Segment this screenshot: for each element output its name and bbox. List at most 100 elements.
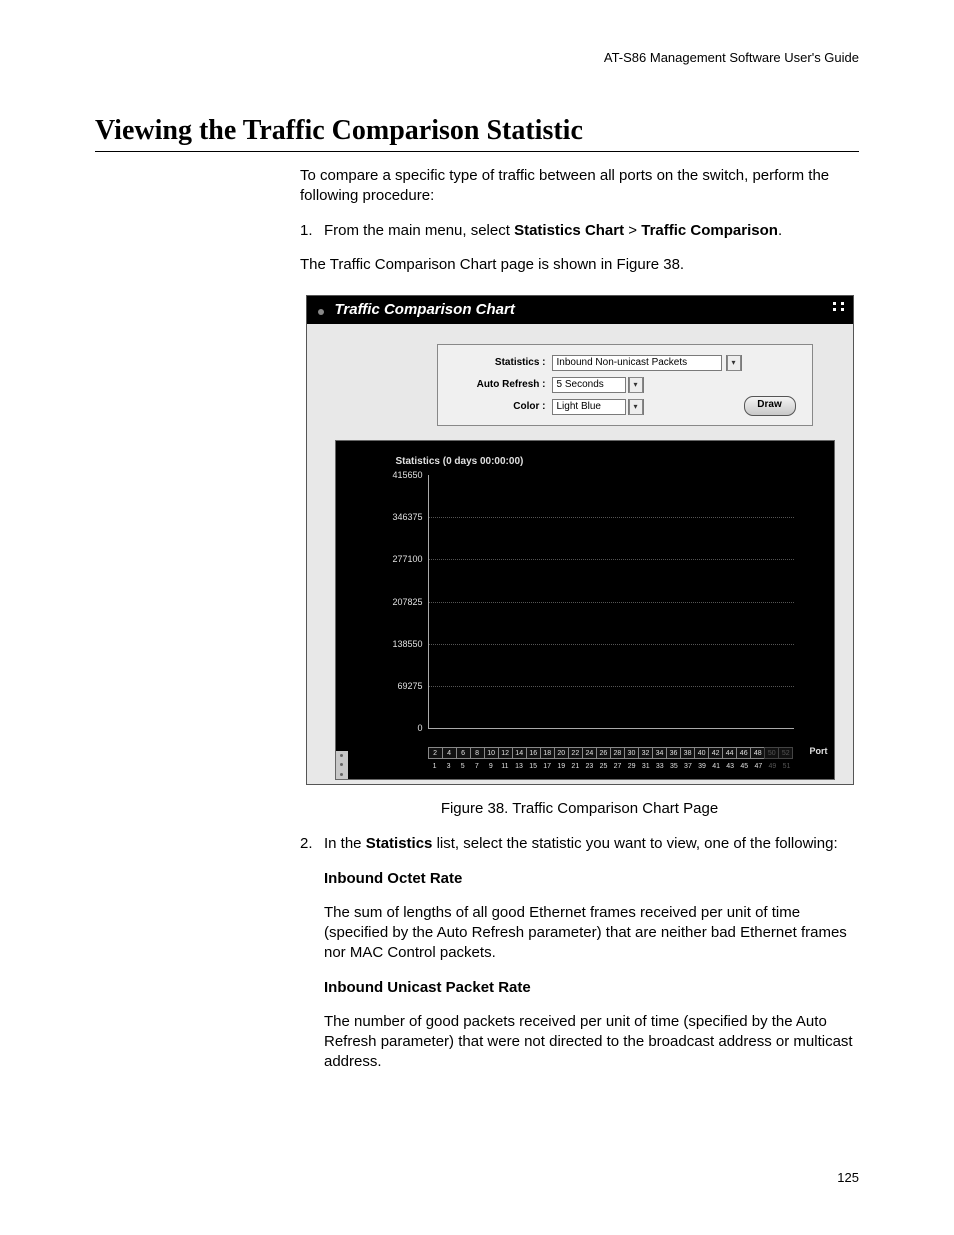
x-tick-even: 14: [512, 747, 526, 759]
step1-bold-a: Statistics Chart: [514, 222, 624, 239]
y-tick-label: 277100: [392, 553, 422, 565]
x-tick-even: 38: [680, 747, 694, 759]
x-tick-even: 8: [470, 747, 484, 759]
definition-1: Inbound Octet Rate The sum of lengths of…: [324, 869, 859, 964]
gridline: [429, 602, 794, 603]
x-tick-odd: 15: [526, 762, 540, 771]
gridline: [429, 644, 794, 645]
row-autorefresh: Auto Refresh : 5 Seconds ▾: [450, 377, 800, 393]
autorefresh-select[interactable]: 5 Seconds: [552, 377, 626, 393]
y-tick-label: 207825: [392, 595, 422, 607]
x-tick-even: 2: [428, 747, 442, 759]
color-select-arrow[interactable]: ▾: [628, 399, 644, 415]
options-icon[interactable]: [829, 302, 845, 318]
x-tick-odd: 11: [498, 762, 512, 771]
x-tick-even: 6: [456, 747, 470, 759]
step2-bold: Statistics: [366, 835, 433, 852]
x-tick-odd: 17: [540, 762, 554, 771]
color-select[interactable]: Light Blue: [552, 399, 626, 415]
x-tick-odd: 43: [723, 762, 737, 771]
y-tick-label: 415650: [392, 469, 422, 481]
window-icon: [315, 304, 327, 316]
statistics-label: Statistics :: [450, 356, 546, 370]
document-page: AT-S86 Management Software User's Guide …: [0, 0, 954, 1235]
x-tick-even: 24: [582, 747, 596, 759]
x-tick-even: 12: [498, 747, 512, 759]
step1-gt: >: [624, 222, 641, 239]
x-tick-even: 48: [750, 747, 764, 759]
x-tick-even: 44: [722, 747, 736, 759]
x-tick-even: 18: [540, 747, 554, 759]
gridline: [429, 686, 794, 687]
x-axis-even-row: 2468101214161820222426283032343638404244…: [428, 747, 794, 759]
chevron-down-icon: ▾: [727, 355, 741, 371]
def2-head: Inbound Unicast Packet Rate: [324, 978, 859, 998]
intro-paragraph: To compare a specific type of traffic be…: [300, 166, 859, 207]
doc-header: AT-S86 Management Software User's Guide: [95, 50, 859, 65]
x-tick-odd: 29: [625, 762, 639, 771]
x-tick-odd: 19: [554, 762, 568, 771]
resize-handle[interactable]: [336, 751, 348, 779]
x-tick-odd: 13: [512, 762, 526, 771]
x-tick-even: 20: [554, 747, 568, 759]
x-tick-even: 30: [624, 747, 638, 759]
plot-area: 069275138550207825277100346375415650: [428, 475, 794, 729]
x-tick-odd: 35: [667, 762, 681, 771]
title-bar: Traffic Comparison Chart: [307, 296, 853, 324]
x-tick-odd: 5: [456, 762, 470, 771]
x-tick-odd: 47: [751, 762, 765, 771]
color-value: Light Blue: [557, 400, 601, 414]
x-tick-odd: 45: [737, 762, 751, 771]
x-tick-even: 4: [442, 747, 456, 759]
chevron-down-icon: ▾: [629, 377, 643, 393]
draw-button[interactable]: Draw: [744, 396, 796, 416]
x-tick-odd: 33: [653, 762, 667, 771]
statistics-value: Inbound Non-unicast Packets: [557, 356, 688, 370]
x-tick-even: 46: [736, 747, 750, 759]
y-tick-label: 0: [417, 722, 422, 734]
window-title: Traffic Comparison Chart: [335, 300, 829, 320]
x-tick-odd: 31: [639, 762, 653, 771]
x-tick-even: 34: [652, 747, 666, 759]
x-tick-even: 42: [708, 747, 722, 759]
def2-body: The number of good packets received per …: [324, 1012, 859, 1073]
autorefresh-label: Auto Refresh :: [450, 378, 546, 392]
step1-bold-b: Traffic Comparison: [641, 222, 778, 239]
autorefresh-select-arrow[interactable]: ▾: [628, 377, 644, 393]
x-tick-even: 40: [694, 747, 708, 759]
x-tick-odd: 21: [568, 762, 582, 771]
chart-title: Statistics (0 days 00:00:00): [396, 455, 826, 469]
x-tick-odd: 1: [428, 762, 442, 771]
definition-2: Inbound Unicast Packet Rate The number o…: [324, 978, 859, 1073]
x-tick-odd: 9: [484, 762, 498, 771]
statistics-select-arrow[interactable]: ▾: [726, 355, 742, 371]
step2-b: list, select the statistic you want to v…: [432, 835, 837, 852]
def1-body: The sum of lengths of all good Ethernet …: [324, 903, 859, 964]
x-tick-even: 16: [526, 747, 540, 759]
x-axis-odd-row: 1357911131517192123252729313335373941434…: [428, 762, 794, 771]
figure-38: Traffic Comparison Chart Statistics : In…: [300, 295, 859, 819]
row-statistics: Statistics : Inbound Non-unicast Packets…: [450, 355, 800, 371]
x-tick-even: 26: [596, 747, 610, 759]
def1-head: Inbound Octet Rate: [324, 869, 859, 889]
gridline: [429, 559, 794, 560]
x-tick-odd: 51: [779, 762, 793, 771]
app-window: Traffic Comparison Chart Statistics : In…: [306, 295, 854, 785]
y-tick-label: 138550: [392, 638, 422, 650]
body-content: To compare a specific type of traffic be…: [300, 166, 859, 1073]
step-2: 2.In the Statistics list, select the sta…: [300, 834, 859, 854]
step-number: 2.: [300, 834, 324, 854]
step1-leadin: From the main menu, select: [324, 222, 514, 239]
x-tick-even: 22: [568, 747, 582, 759]
step2-a: In the: [324, 835, 366, 852]
x-tick-odd: 7: [470, 762, 484, 771]
statistics-select[interactable]: Inbound Non-unicast Packets: [552, 355, 722, 371]
x-tick-odd: 49: [765, 762, 779, 771]
x-tick-odd: 25: [596, 762, 610, 771]
color-label: Color :: [450, 400, 546, 414]
step-1: 1.From the main menu, select Statistics …: [300, 221, 859, 241]
chart-panel: Statistics (0 days 00:00:00) 06927513855…: [335, 440, 835, 780]
x-tick-odd: 39: [695, 762, 709, 771]
autorefresh-value: 5 Seconds: [557, 378, 604, 392]
page-title: Viewing the Traffic Comparison Statistic: [95, 115, 859, 152]
